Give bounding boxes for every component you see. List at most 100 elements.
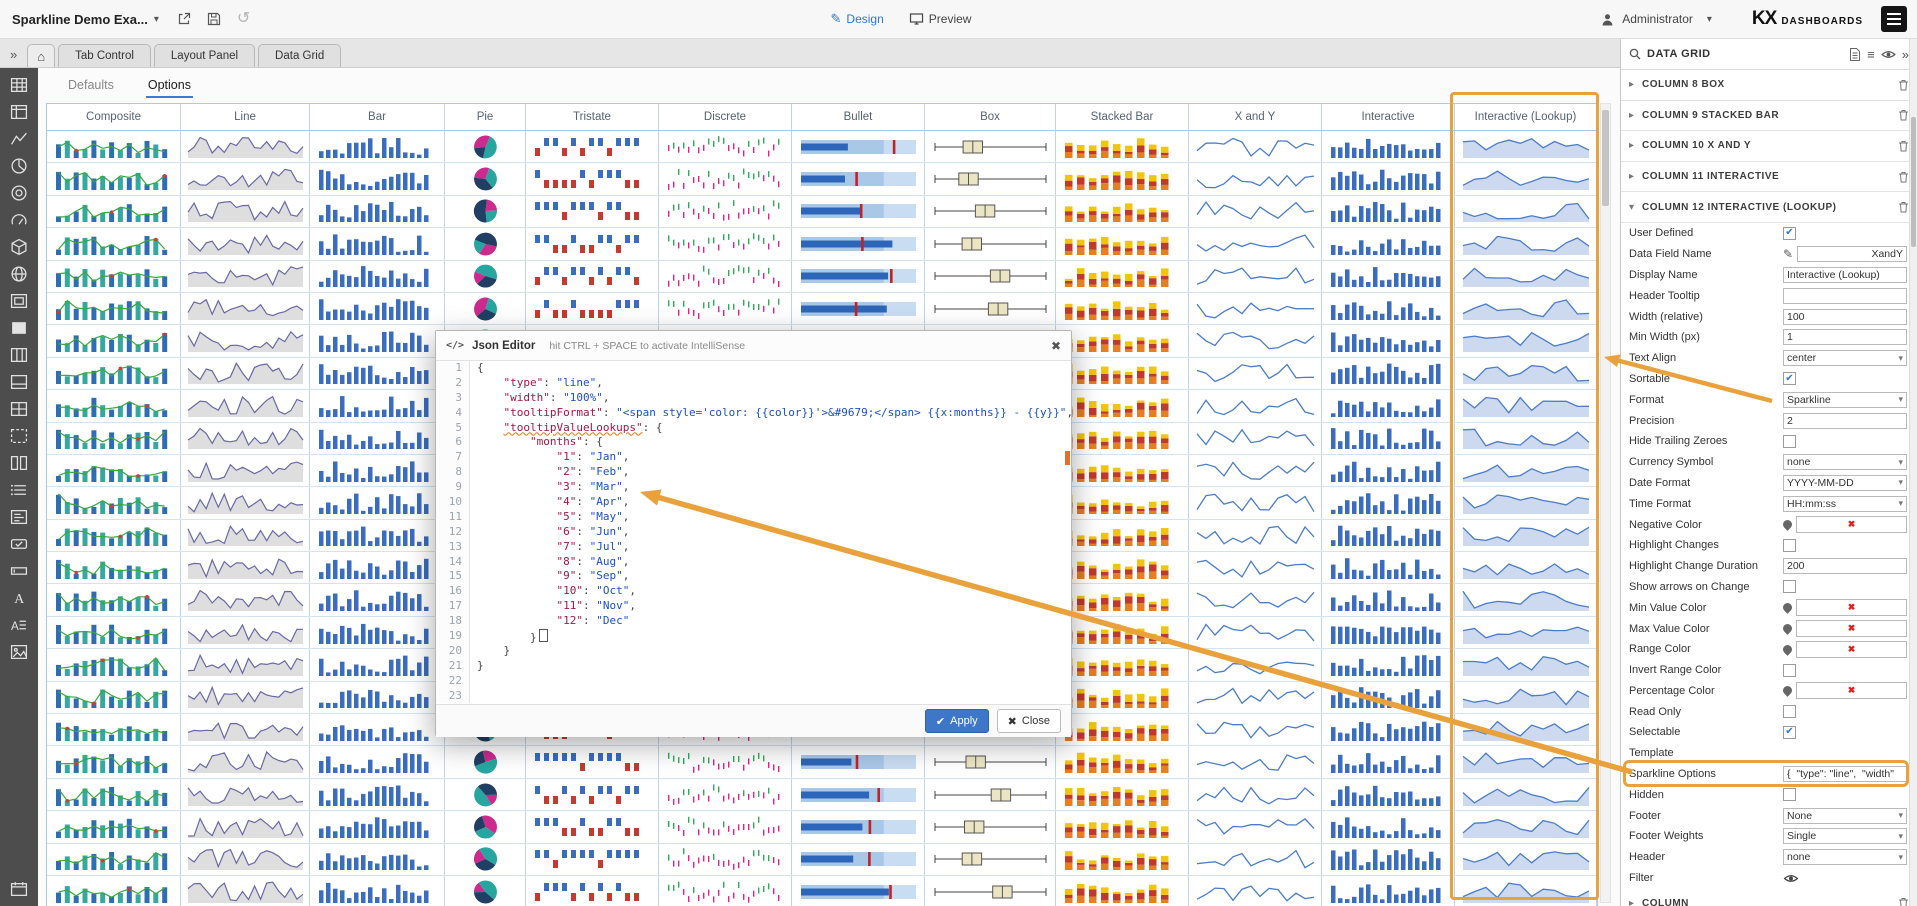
sparkline-cell-xy[interactable]	[1189, 487, 1322, 518]
sparkline-cell-stacked[interactable]	[1056, 455, 1189, 486]
sparkline-cell-bar[interactable]	[310, 779, 445, 810]
sparkline-cell-interactive[interactable]	[1322, 649, 1455, 680]
color-swatch[interactable]: ✖	[1796, 620, 1907, 637]
select[interactable]: HH:mm:ss▾	[1783, 496, 1907, 512]
sparkline-cell-xy[interactable]	[1189, 163, 1322, 194]
droplet-icon[interactable]	[1781, 518, 1794, 531]
sparkline-cell-bullet[interactable]	[792, 228, 925, 259]
sparkline-cell-bullet[interactable]	[792, 261, 925, 292]
code-line[interactable]: 17 "11": "Nov",	[436, 599, 1071, 614]
sparkline-cell-composite[interactable]	[47, 196, 181, 227]
sparkline-cell-lookup[interactable]	[1455, 293, 1597, 324]
sparkline-cell-composite[interactable]	[47, 293, 181, 324]
design-mode-button[interactable]: ✎ Design	[831, 11, 884, 27]
sparkline-cell-line[interactable]	[181, 390, 310, 421]
grid-scrollbar[interactable]	[1600, 103, 1611, 903]
sparkline-cell-tristate[interactable]	[526, 876, 659, 906]
sparkline-cell-pie[interactable]	[445, 131, 526, 162]
save-icon[interactable]	[207, 12, 221, 26]
sparkline-cell-bar[interactable]	[310, 163, 445, 194]
sparkline-cell-stacked[interactable]	[1056, 584, 1189, 615]
grid-tab-options[interactable]: Options	[146, 74, 193, 98]
sparkline-cell-discrete[interactable]	[659, 779, 792, 810]
delete-column-icon[interactable]	[1898, 171, 1909, 183]
sparkline-cell-tristate[interactable]	[526, 293, 659, 324]
sparkline-cell-bar[interactable]	[310, 649, 445, 680]
donut-chart-icon[interactable]	[10, 184, 28, 202]
code-line[interactable]: 20 }	[436, 644, 1071, 659]
sparkline-cell-bar[interactable]	[310, 228, 445, 259]
sparkline-cell-lookup[interactable]	[1455, 228, 1597, 259]
text-input[interactable]	[1783, 288, 1907, 304]
pie-chart-icon[interactable]	[10, 157, 28, 175]
sparkline-cell-lookup[interactable]	[1455, 358, 1597, 389]
sparkline-cell-lookup[interactable]	[1455, 649, 1597, 680]
sparkline-cell-lookup[interactable]	[1455, 876, 1597, 906]
sparkline-cell-interactive[interactable]	[1322, 746, 1455, 777]
droplet-icon[interactable]	[1781, 643, 1794, 656]
column-header-x-and-y[interactable]: X and Y	[1189, 104, 1322, 130]
sparkline-cell-lookup[interactable]	[1455, 455, 1597, 486]
sparkline-cell-box[interactable]	[925, 293, 1056, 324]
sparkline-cell-line[interactable]	[181, 746, 310, 777]
sparkline-cell-bar[interactable]	[310, 358, 445, 389]
checkbox[interactable]	[1783, 664, 1796, 677]
panel-section-column-12-interactive-lookup[interactable]: ▾COLUMN 12 INTERACTIVE (LOOKUP)	[1621, 192, 1917, 223]
sparkline-cell-pie[interactable]	[445, 876, 526, 906]
sparkline-cell-interactive[interactable]	[1322, 487, 1455, 518]
sparkline-cell-composite[interactable]	[47, 746, 181, 777]
sparkline-cell-xy[interactable]	[1189, 811, 1322, 842]
sparkline-cell-composite[interactable]	[47, 584, 181, 615]
select[interactable]: YYYY-MM-DD▾	[1783, 475, 1907, 491]
column-header-tristate[interactable]: Tristate	[526, 104, 659, 130]
code-line[interactable]: 10 "4": "Apr",	[436, 495, 1071, 510]
sparkline-cell-box[interactable]	[925, 196, 1056, 227]
code-line[interactable]: 13 "7": "Jul",	[436, 540, 1071, 555]
code-line[interactable]: 4 "tooltipFormat": "<span style='color: …	[436, 406, 1071, 421]
panel-section-column-10-x-and-y[interactable]: ▸COLUMN 10 X AND Y	[1621, 131, 1917, 162]
sparkline-cell-stacked[interactable]	[1056, 390, 1189, 421]
sparkline-cell-bullet[interactable]	[792, 844, 925, 875]
list-icon[interactable]: ≡	[1867, 47, 1875, 62]
sparkline-cell-pie[interactable]	[445, 811, 526, 842]
modal-close-icon[interactable]: ✖	[1051, 339, 1061, 353]
code-line[interactable]: 21}	[436, 659, 1071, 674]
sparkline-cell-xy[interactable]	[1189, 682, 1322, 713]
sparkline-cell-lookup[interactable]	[1455, 811, 1597, 842]
sparkline-cell-interactive[interactable]	[1322, 811, 1455, 842]
checkbox[interactable]: ✔	[1783, 726, 1796, 739]
json-code-area[interactable]: 1{2 "type": "line",3 "width": "100%",4 "…	[436, 361, 1071, 704]
sparkline-cell-composite[interactable]	[47, 617, 181, 648]
sparkline-cell-line[interactable]	[181, 520, 310, 551]
sparkline-cell-xy[interactable]	[1189, 228, 1322, 259]
code-line[interactable]: 2 "type": "line",	[436, 376, 1071, 391]
bottom-panel-icon[interactable]	[10, 373, 28, 391]
sparkline-cell-composite[interactable]	[47, 163, 181, 194]
sparkline-cell-tristate[interactable]	[526, 261, 659, 292]
sparkline-cell-stacked[interactable]	[1056, 163, 1189, 194]
sparkline-cell-pie[interactable]	[445, 779, 526, 810]
sparkline-cell-interactive[interactable]	[1322, 455, 1455, 486]
color-swatch[interactable]: ✖	[1796, 516, 1907, 533]
sparkline-cell-stacked[interactable]	[1056, 617, 1189, 648]
sparkline-cell-bullet[interactable]	[792, 131, 925, 162]
sparkline-cell-stacked[interactable]	[1056, 552, 1189, 583]
sparkline-cell-box[interactable]	[925, 844, 1056, 875]
column-header-interactive[interactable]: Interactive	[1322, 104, 1455, 130]
sparkline-cell-lookup[interactable]	[1455, 584, 1597, 615]
droplet-icon[interactable]	[1781, 685, 1794, 698]
sparkline-cell-interactive[interactable]	[1322, 325, 1455, 356]
checkbox[interactable]: ✔	[1783, 372, 1796, 385]
sparkline-cell-pie[interactable]	[445, 163, 526, 194]
sparkline-cell-tristate[interactable]	[526, 779, 659, 810]
sparkline-cell-lookup[interactable]	[1455, 196, 1597, 227]
sparkline-cell-composite[interactable]	[47, 358, 181, 389]
sparkline-cell-composite[interactable]	[47, 487, 181, 518]
split-columns-icon[interactable]	[10, 346, 28, 364]
sparkline-cell-tristate[interactable]	[526, 163, 659, 194]
color-swatch[interactable]: ✖	[1796, 682, 1907, 699]
sparkline-cell-interactive[interactable]	[1322, 844, 1455, 875]
sparkline-cell-line[interactable]	[181, 844, 310, 875]
column-header-line[interactable]: Line	[181, 104, 310, 130]
sparkline-cell-discrete[interactable]	[659, 293, 792, 324]
